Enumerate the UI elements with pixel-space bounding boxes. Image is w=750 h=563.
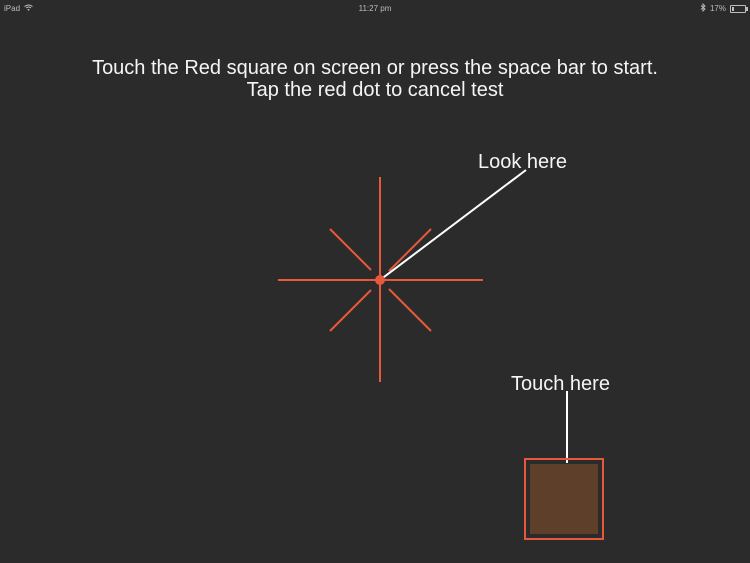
star-ray-diag-lower-left	[329, 289, 372, 332]
touch-here-label: Touch here	[511, 373, 610, 395]
start-square-fill	[530, 464, 598, 534]
star-ray-diag-upper-left	[329, 228, 372, 271]
look-here-pointer	[379, 169, 527, 281]
test-canvas	[278, 169, 568, 463]
star-ray-diag-upper-right	[388, 228, 432, 272]
star-ray-diag-lower-right	[388, 288, 432, 332]
cancel-red-dot[interactable]	[375, 275, 385, 285]
start-red-square[interactable]	[524, 458, 604, 540]
look-here-label: Look here	[478, 151, 567, 173]
